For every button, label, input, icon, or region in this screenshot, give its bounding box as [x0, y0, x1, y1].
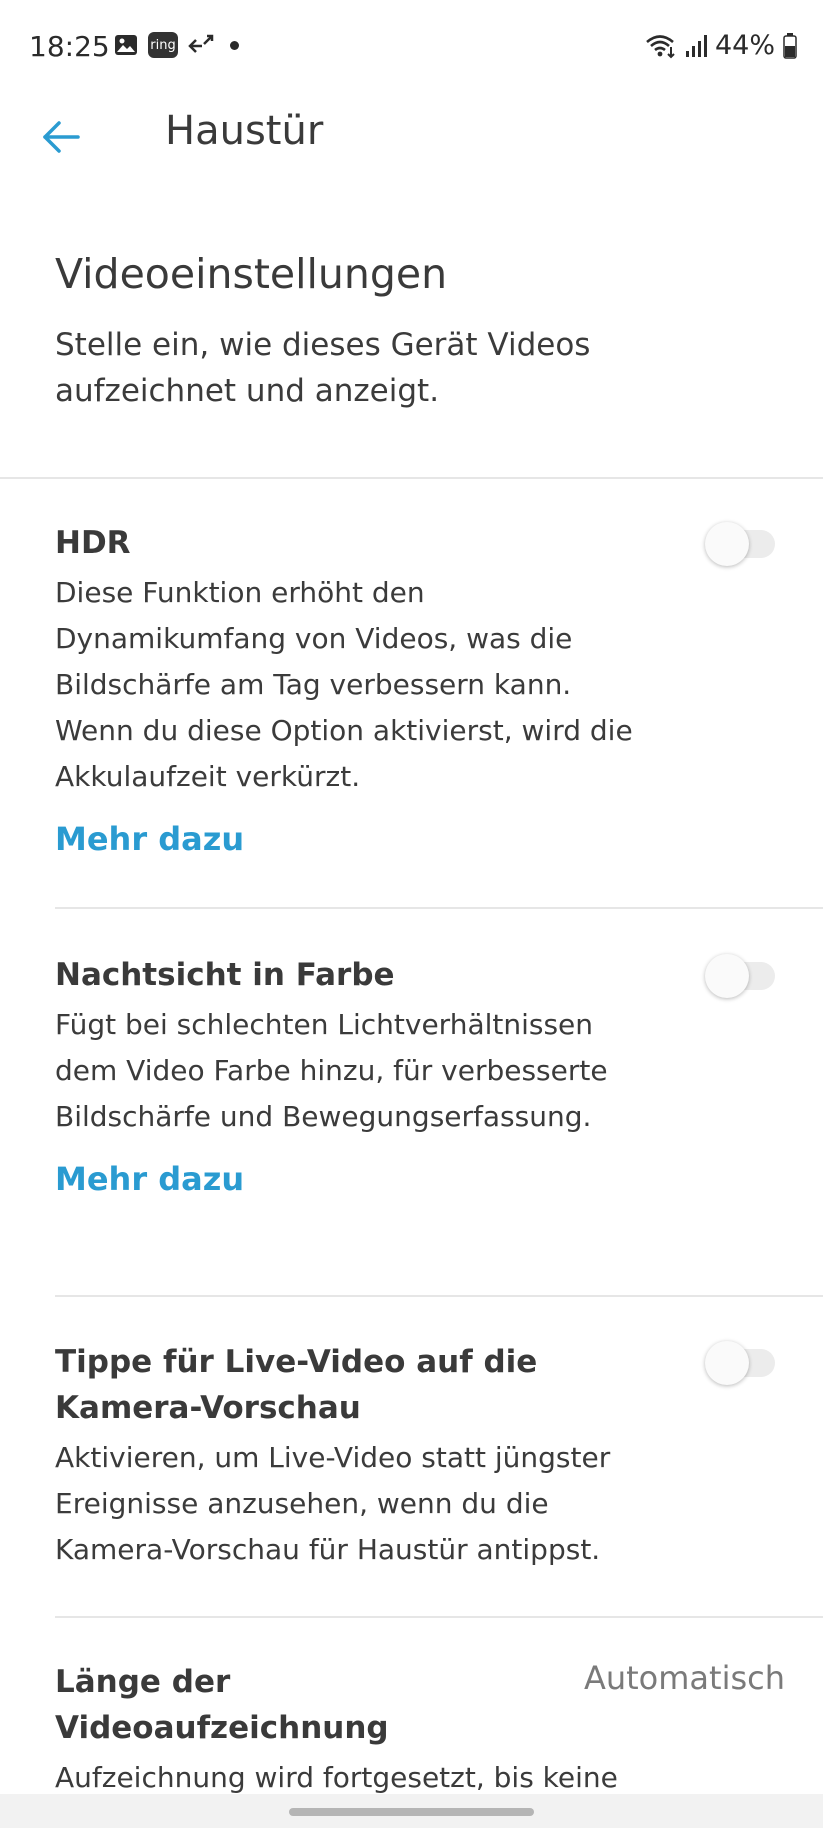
divider	[0, 477, 823, 479]
app-bar: Haustür	[0, 96, 823, 216]
gallery-icon	[114, 33, 138, 57]
status-time: 18:25	[29, 30, 110, 63]
call-forward-icon	[188, 34, 214, 56]
setting-title: Nachtsicht in Farbe	[55, 957, 395, 993]
setting-description: Diese Funktion erhöht den Dynamikumfang …	[55, 576, 633, 793]
setting-title: Tippe für Live-Video auf die Kamera-Vors…	[55, 1344, 538, 1426]
setting-tap-live-video: Tippe für Live-Video auf die Kamera-Vors…	[55, 1339, 775, 1573]
setting-description: Aktivieren, um Live-Video statt jüngster…	[55, 1441, 611, 1566]
battery-percent: 44%	[714, 30, 775, 61]
status-bar: 18:25 ring 44%	[0, 0, 823, 96]
arrow-left-icon	[43, 121, 80, 153]
toggle-knob	[705, 1341, 749, 1385]
navigation-bar	[0, 1794, 823, 1828]
wifi-icon	[645, 33, 677, 59]
toggle-knob	[705, 522, 749, 566]
color-night-vision-toggle[interactable]	[705, 952, 775, 1000]
divider	[55, 907, 823, 909]
section-subtitle: Stelle ein, wie dieses Gerät Videos aufz…	[55, 327, 591, 409]
setting-color-night-vision: Nachtsicht in Farbe Fügt bei schlechten …	[55, 952, 775, 1198]
recording-length-value: Automatisch	[583, 1659, 785, 1697]
setting-hdr: HDR Diese Funktion erhöht den Dynamikumf…	[55, 520, 775, 858]
setting-recording-length[interactable]: Länge der Videoaufzeichnung Aufzeichnung…	[55, 1659, 785, 1801]
setting-title: HDR	[55, 525, 131, 561]
ring-app-icon: ring	[148, 32, 178, 58]
setting-description: Fügt bei schlechten Lichtverhältnissen d…	[55, 1008, 608, 1133]
notification-icons: ring	[114, 32, 239, 58]
system-icons: 44%	[645, 30, 797, 61]
video-settings-header: Videoeinstellungen Stelle ein, wie diese…	[55, 250, 775, 414]
signal-icon	[685, 34, 707, 58]
more-notifications-dot-icon	[230, 40, 239, 50]
toggle-knob	[705, 954, 749, 998]
learn-more-link[interactable]: Mehr dazu	[55, 820, 244, 858]
home-gesture-handle[interactable]	[289, 1808, 534, 1816]
section-title: Videoeinstellungen	[55, 250, 448, 298]
setting-title: Länge der Videoaufzeichnung	[55, 1664, 389, 1746]
divider	[55, 1295, 823, 1297]
page-title: Haustür	[165, 108, 324, 154]
tap-live-video-toggle[interactable]	[705, 1339, 775, 1387]
learn-more-link[interactable]: Mehr dazu	[55, 1160, 244, 1198]
divider	[55, 1616, 823, 1618]
battery-icon	[783, 32, 797, 59]
back-button[interactable]	[36, 112, 86, 162]
hdr-toggle[interactable]	[705, 520, 775, 568]
